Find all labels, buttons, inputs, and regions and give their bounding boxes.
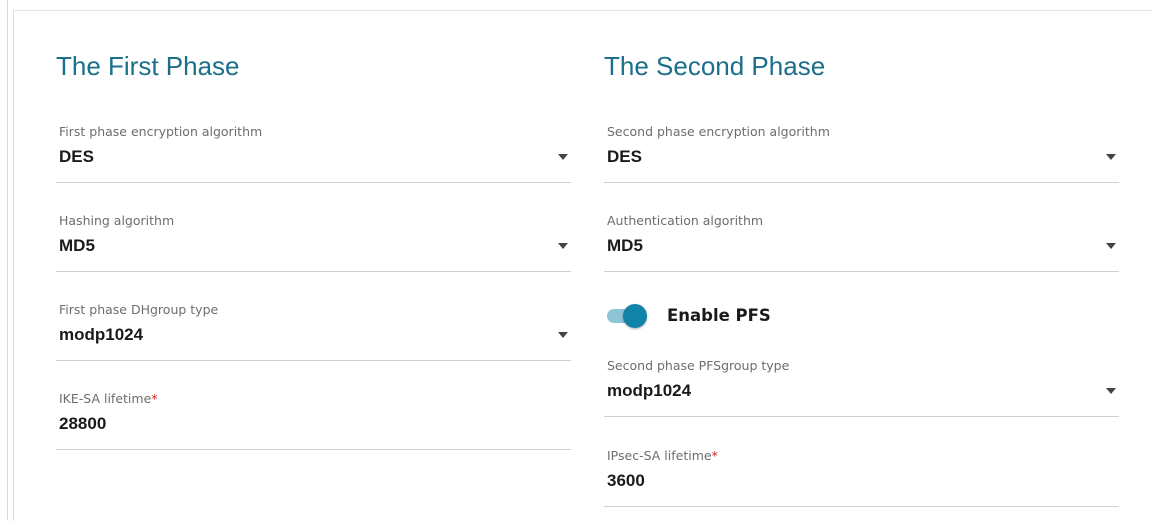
chevron-down-icon[interactable] [1106, 154, 1116, 160]
field-label: First phase DHgroup type [59, 302, 219, 317]
field-label: Authentication algorithm [607, 213, 764, 228]
field-label: First phase encryption algorithm [59, 124, 263, 139]
chevron-down-icon[interactable] [558, 332, 568, 338]
required-marker: * [711, 448, 718, 463]
field-value: MD5 [607, 236, 643, 255]
chevron-down-icon[interactable] [1106, 243, 1116, 249]
field-label: Second phase PFSgroup type [607, 358, 790, 373]
field-label-text: IKE-SA lifetime [59, 391, 152, 406]
first-phase-encryption-select[interactable]: First phase encryption algorithm DES [56, 124, 571, 183]
field-value: 3600 [607, 471, 645, 490]
ipsec-sa-lifetime-input[interactable]: IPsec-SA lifetime* 3600 [604, 448, 1119, 507]
first-phase-dhgroup-select[interactable]: First phase DHgroup type modp1024 [56, 302, 571, 361]
chevron-down-icon[interactable] [1106, 388, 1116, 394]
ipsec-settings-panel: The First Phase First phase encryption a… [13, 10, 1152, 521]
field-label: Second phase encryption algorithm [607, 124, 830, 139]
ike-sa-lifetime-input[interactable]: IKE-SA lifetime* 28800 [56, 391, 571, 450]
field-value: 28800 [59, 414, 107, 433]
field-value: DES [59, 147, 94, 166]
field-label: IPsec-SA lifetime* [607, 448, 718, 463]
toggle-knob[interactable] [623, 304, 647, 328]
hashing-algorithm-select[interactable]: Hashing algorithm MD5 [56, 213, 571, 272]
chevron-down-icon[interactable] [558, 154, 568, 160]
field-label: IKE-SA lifetime* [59, 391, 158, 406]
pfsgroup-select[interactable]: Second phase PFSgroup type modp1024 [604, 358, 1119, 417]
field-value: modp1024 [59, 325, 144, 344]
chevron-down-icon[interactable] [558, 243, 568, 249]
field-value: MD5 [59, 236, 95, 255]
second-phase-title: The Second Phase [604, 51, 826, 81]
outer-border [7, 0, 8, 520]
enable-pfs-toggle[interactable]: Enable PFS [607, 303, 807, 329]
first-phase-title: The First Phase [56, 51, 240, 81]
enable-pfs-label: Enable PFS [667, 306, 771, 325]
field-value: DES [607, 147, 642, 166]
field-value: modp1024 [607, 381, 692, 400]
field-label-text: IPsec-SA lifetime [607, 448, 712, 463]
authentication-algorithm-select[interactable]: Authentication algorithm MD5 [604, 213, 1119, 272]
second-phase-encryption-select[interactable]: Second phase encryption algorithm DES [604, 124, 1119, 183]
field-label: Hashing algorithm [59, 213, 175, 228]
required-marker: * [151, 391, 158, 406]
